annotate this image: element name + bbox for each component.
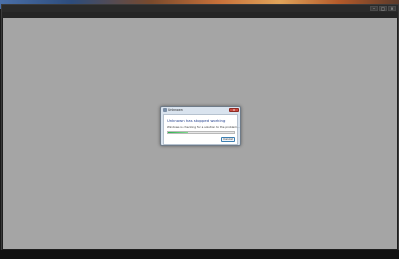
taskbar <box>0 250 399 259</box>
dialog-heading: Unknown has stopped working <box>167 118 226 123</box>
maximize-button[interactable]: □ <box>379 6 387 11</box>
minimize-button[interactable]: – <box>370 6 378 11</box>
window-controls: – □ × <box>370 6 398 11</box>
cancel-button[interactable]: Cancel <box>221 137 235 142</box>
app-icon <box>163 108 167 112</box>
dialog-titlebar: Unknown x <box>161 107 240 113</box>
dialog-title: Unknown <box>168 108 183 112</box>
dialog-body: Unknown has stopped working Windows is c… <box>163 114 240 145</box>
dialog-message: Windows is checking for a solution to th… <box>167 125 240 129</box>
progress-bar <box>167 131 235 134</box>
app-titlebar: – □ × <box>2 5 398 12</box>
dialog-close-button[interactable]: x <box>229 108 239 112</box>
progress-bar-fill <box>168 132 188 133</box>
close-icon: x <box>232 108 236 112</box>
close-button[interactable]: × <box>388 6 396 11</box>
error-dialog: Unknown x Unknown has stopped working Wi… <box>160 106 241 146</box>
